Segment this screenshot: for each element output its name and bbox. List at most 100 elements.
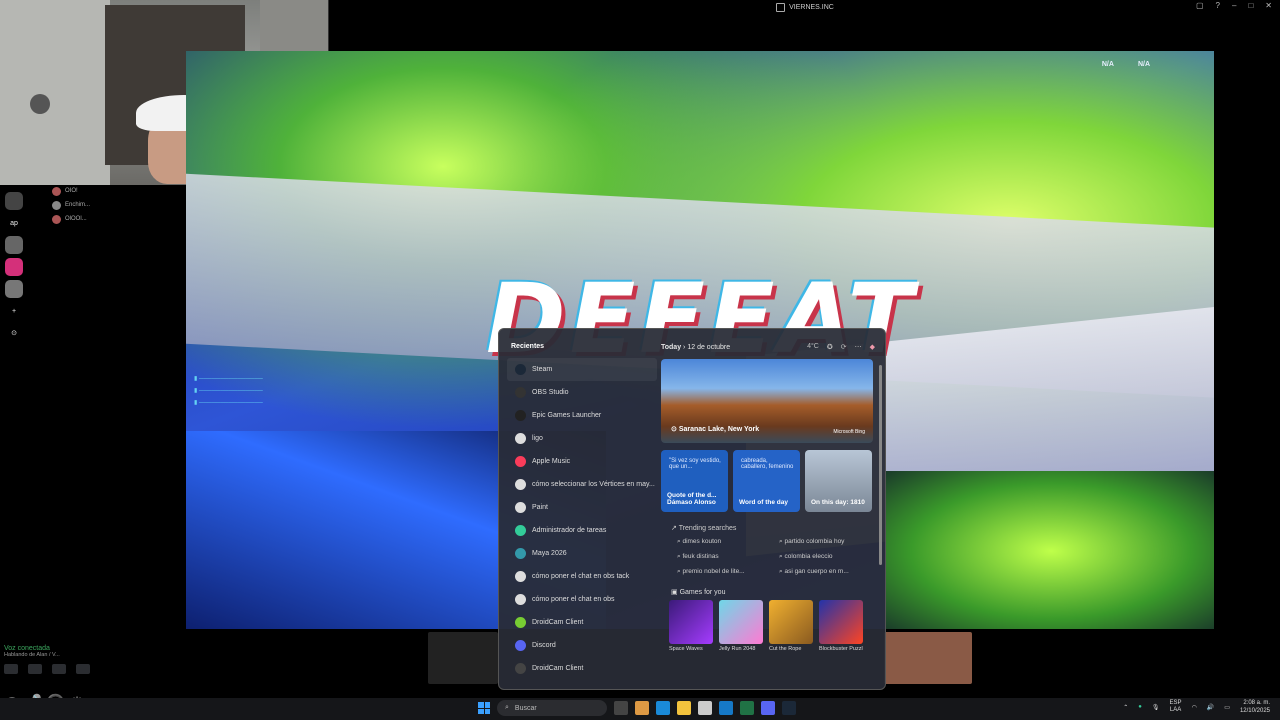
voice-channel-name: Hablando de Alan / V... (4, 652, 60, 658)
recent-item[interactable]: Paint (507, 496, 657, 519)
microphone-icon[interactable]: 🎙 (1152, 704, 1160, 711)
screen-share-button[interactable] (28, 664, 42, 674)
droidcam-icon (515, 617, 526, 628)
recent-item[interactable]: DroidCam Client (507, 611, 657, 634)
game-item[interactable]: Space Waves (669, 600, 713, 652)
trend-item[interactable]: ⌕ partido colombia hoy (779, 538, 875, 546)
trend-item[interactable]: ⌕ premio nobel de lite... (677, 568, 773, 576)
recent-item[interactable]: Apple Music (507, 450, 657, 473)
game-thumbnail (769, 600, 813, 644)
quote-card[interactable]: "Si vez soy vestido, que un... Quote of … (661, 450, 728, 512)
recent-item[interactable]: Administrador de tareas (507, 519, 657, 542)
date-label: 12 de octubre (687, 343, 731, 351)
excel-icon[interactable] (740, 701, 754, 715)
soundboard-button[interactable] (76, 664, 90, 674)
avatar (52, 214, 61, 224)
window-preview[interactable] (884, 632, 972, 684)
widgets-section: Today › 12 de octubre 4°C ✪ ⟳ ⋯ ◆ ⊙ Sara… (661, 337, 875, 652)
recent-item[interactable]: Epic Games Launcher (507, 404, 657, 427)
chevron-up-icon[interactable]: ⌃ (1123, 704, 1128, 711)
maximize-button[interactable]: □ (1248, 1, 1253, 10)
store-icon[interactable] (698, 701, 712, 715)
game-item[interactable]: Blockbuster Puzzle (819, 600, 863, 652)
hero-location: ⊙ Saranac Lake, New York (671, 426, 760, 433)
task-view-icon[interactable] (614, 701, 628, 715)
trend-item[interactable]: ⌕ feuk distinas (677, 553, 773, 561)
server-icon[interactable] (5, 192, 23, 210)
activity-button[interactable] (52, 664, 66, 674)
game-item[interactable]: Cut the Rope (769, 600, 813, 652)
user-name: Enchim... (65, 202, 91, 208)
recent-item[interactable]: Maya 2026 (507, 542, 657, 565)
recent-item[interactable]: cómo poner el chat en obs tack (507, 565, 657, 588)
recent-item[interactable]: OBS Studio (507, 381, 657, 404)
battery-icon[interactable]: ▭ (1224, 704, 1230, 711)
edge-icon[interactable] (656, 701, 670, 715)
voice-user[interactable]: OIO! (52, 184, 90, 198)
user-name: OIO! (65, 188, 78, 194)
server-icon[interactable] (5, 280, 23, 298)
rewards-icon[interactable]: ✪ (827, 343, 833, 351)
clock[interactable]: 2:08 a. m. 12/10/2025 (1240, 699, 1270, 715)
layout-icon[interactable]: ▢ (1196, 1, 1204, 10)
voice-user[interactable]: OlOOl... (52, 212, 90, 226)
hero-card[interactable]: ⊙ Saranac Lake, New York Microsoft Bing (661, 359, 873, 443)
add-server-icon[interactable]: + (5, 302, 23, 320)
voice-connection-panel: Voz conectada Hablando de Alan / V... (4, 645, 114, 689)
file-explorer-icon[interactable] (677, 701, 691, 715)
trend-item[interactable]: ⌕ dimes kouton (677, 538, 773, 546)
minimize-button[interactable]: – (1232, 1, 1236, 10)
copilot-icon[interactable]: ◆ (870, 343, 875, 351)
explore-icon[interactable]: ⊙ (5, 324, 23, 342)
trend-item[interactable]: ⌕ colombia eleccio (779, 553, 875, 561)
refresh-icon[interactable]: ⟳ (841, 343, 847, 351)
recent-item[interactable]: cómo seleccionar los Vértices en may... (507, 473, 657, 496)
volume-icon[interactable]: 🔊 (1207, 704, 1214, 711)
recent-item[interactable]: DroidCam Client (507, 657, 657, 680)
widget-tools: 4°C ✪ ⟳ ⋯ ◆ (807, 343, 875, 351)
lang-layout: LAA (1169, 707, 1182, 713)
trending-section: ↗ Trending searches ⌕ dimes kouton ⌕ par… (661, 524, 875, 576)
vscode-icon[interactable] (719, 701, 733, 715)
card-teaser: cabreada, caballero, femenino (741, 458, 794, 470)
tray-app-icon[interactable]: ● (1138, 704, 1142, 710)
start-button[interactable] (478, 702, 490, 714)
hud-value: N/A (1137, 61, 1150, 68)
headphones-server-icon[interactable] (5, 258, 23, 276)
recent-item[interactable]: cómo poner el chat en obs (507, 588, 657, 611)
recent-item[interactable]: Steam (507, 358, 657, 381)
more-icon[interactable]: ⋯ (855, 343, 862, 351)
voice-controls (4, 664, 114, 674)
game-hud: N/A N/A (1102, 61, 1150, 68)
language-indicator[interactable]: ESP LAA (1170, 700, 1182, 714)
copilot-app-icon[interactable] (635, 701, 649, 715)
game-effect (886, 471, 1214, 629)
paint-icon (515, 502, 526, 513)
taskbar-search[interactable]: ⌕ Buscar (497, 700, 607, 716)
voice-user[interactable]: Enchim... (52, 198, 90, 212)
widgets-scrollbar[interactable] (879, 365, 882, 565)
discord-icon[interactable] (761, 701, 775, 715)
recent-item-label: Apple Music (532, 458, 571, 465)
weather-temp[interactable]: 4°C (807, 343, 819, 351)
recent-item[interactable]: Discord (507, 634, 657, 657)
camera-button[interactable] (4, 664, 18, 674)
game-item[interactable]: Jelly Run 2048 (719, 600, 763, 652)
trend-item[interactable]: ⌕ asi gan cuerpo en m... (779, 568, 875, 576)
droidcam-icon (515, 663, 526, 674)
games-row: Space Waves Jelly Run 2048 Cut the Rope … (669, 600, 875, 652)
chat-line: ▮ ─────────────── (194, 376, 263, 382)
server-icon[interactable] (5, 236, 23, 254)
window-preview[interactable] (428, 632, 498, 684)
recent-item-label: cómo poner el chat en obs tack (532, 573, 630, 580)
game-name: Blockbuster Puzzle (819, 646, 863, 652)
history-card[interactable]: On this day: 1810 (805, 450, 872, 512)
steam-icon[interactable] (782, 701, 796, 715)
wifi-icon[interactable]: ◠ (1192, 704, 1197, 711)
recent-item[interactable]: ligo (507, 427, 657, 450)
music-icon (515, 456, 526, 467)
word-card[interactable]: cabreada, caballero, femenino Word of th… (733, 450, 800, 512)
close-button[interactable]: ✕ (1265, 1, 1272, 10)
server-label-ap[interactable]: ap (5, 214, 23, 232)
help-icon[interactable]: ? (1216, 1, 1220, 10)
